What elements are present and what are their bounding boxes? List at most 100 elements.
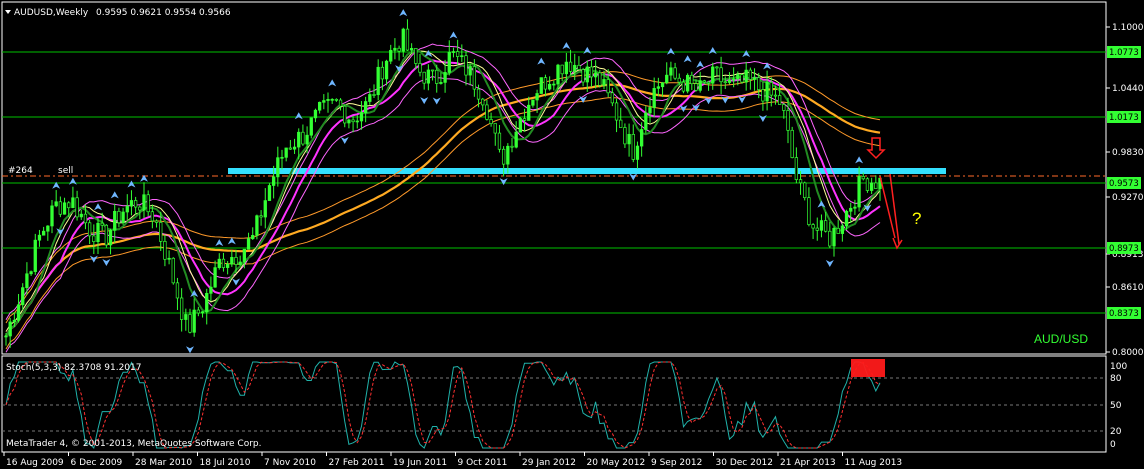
- candle-body: [464, 55, 468, 76]
- candle-body: [205, 292, 209, 313]
- candle-body: [598, 72, 602, 86]
- candle-body: [79, 213, 83, 218]
- candle-body: [154, 220, 159, 223]
- candle-body: [246, 238, 251, 250]
- candle-body: [443, 72, 447, 83]
- candle-body: [719, 67, 723, 83]
- candle-body: [539, 77, 543, 94]
- candle-body: [740, 74, 744, 83]
- candle-body: [748, 69, 753, 80]
- candle-body: [472, 66, 477, 90]
- time-axis[interactable]: 16 Aug 2009 6 Dec 2009 28 Mar 2010 18 Jul 2…: [3, 452, 902, 468]
- candle-body: [409, 48, 414, 51]
- candle-body: [184, 314, 188, 320]
- candle-body: [355, 120, 359, 123]
- time-tick-label: 9 Sep 2012: [651, 458, 702, 468]
- candle-body: [568, 61, 573, 72]
- time-tick-label: 6 Dec 2009: [71, 458, 123, 468]
- candle-body: [322, 100, 326, 103]
- time-tick-label: 30 Dec 2012: [716, 458, 774, 468]
- mt4-chart[interactable]: AUDUSD,Weekly 0.9595 0.9621 0.9554 0.956…: [0, 0, 1144, 469]
- price-tick-label: 1.0440: [1112, 84, 1144, 94]
- time-tick-label: 29 Jan 2012: [522, 458, 576, 468]
- time-tick-label: 28 Mar 2010: [135, 458, 192, 468]
- candle-body: [460, 55, 464, 58]
- candle-body: [292, 146, 297, 150]
- candle-body: [297, 131, 301, 148]
- time-tick-label: 16 Aug 2009: [6, 458, 64, 468]
- candle-body: [100, 222, 104, 226]
- candle-body: [313, 109, 318, 119]
- candle-body: [92, 235, 96, 243]
- candle-body: [481, 98, 485, 106]
- candle-body: [639, 129, 644, 147]
- candle-body: [593, 72, 598, 78]
- copyright-text: MetaTrader 4, © 2001-2013, MetaQuotes So…: [6, 439, 262, 449]
- candle-body: [326, 99, 330, 101]
- candle-body: [280, 156, 284, 159]
- question-mark: ?: [912, 209, 921, 228]
- candle-body: [251, 235, 255, 240]
- candle-body: [493, 123, 497, 134]
- candle-body: [175, 282, 180, 299]
- candle-body: [744, 69, 748, 83]
- candle-body: [811, 224, 815, 229]
- candle-body: [476, 88, 481, 100]
- candle-body: [230, 256, 234, 265]
- level-price-tag-label: 0.9573: [1109, 179, 1139, 189]
- candle-body: [547, 83, 552, 90]
- stoch-tick-label: 80: [1110, 374, 1122, 384]
- candle-body: [330, 98, 334, 101]
- stoch-tick-label: 50: [1110, 401, 1122, 411]
- candle-body: [104, 224, 109, 246]
- stochastic-axis: 100 80 50 20 0: [1110, 362, 1127, 450]
- candle-body: [401, 28, 405, 52]
- candle-body: [288, 147, 293, 150]
- candle-body: [334, 98, 339, 101]
- candle-body: [527, 104, 531, 121]
- candle-body: [777, 95, 782, 105]
- candle-body: [840, 225, 845, 234]
- candle-body: [271, 176, 276, 186]
- count-label: #264: [8, 166, 33, 176]
- candle-body: [836, 227, 840, 234]
- candle-body: [25, 273, 29, 289]
- candle-body: [426, 69, 431, 84]
- price-tick-label: 0.9270: [1112, 193, 1144, 203]
- candle-body: [380, 66, 385, 80]
- candle-body: [372, 94, 376, 96]
- level-price-tag-label: 0.8373: [1109, 309, 1139, 319]
- candle-body: [67, 202, 71, 209]
- candle-body: [196, 309, 201, 314]
- price-axis[interactable]: 1.10001.04400.98300.92700.89130.86100.80…: [1106, 23, 1144, 358]
- candle-body: [552, 83, 556, 86]
- candle-body: [589, 66, 594, 78]
- candle-body: [782, 104, 786, 111]
- candle-body: [113, 210, 117, 231]
- candle-body: [125, 205, 129, 213]
- candle-body: [731, 78, 736, 81]
- candle-body: [75, 197, 79, 218]
- candle-body: [263, 200, 267, 218]
- candle-body: [765, 82, 769, 102]
- candle-body: [192, 309, 196, 333]
- candle-body: [439, 82, 443, 84]
- candle-body: [702, 80, 707, 83]
- candle-body: [798, 179, 803, 184]
- candle-body: [727, 80, 732, 83]
- candle-body: [832, 227, 836, 247]
- candle-body: [418, 63, 422, 73]
- candle-body: [673, 67, 677, 79]
- candle-body: [142, 194, 146, 211]
- candle-body: [485, 104, 489, 120]
- candle-body: [623, 127, 627, 145]
- candle-body: [129, 200, 134, 207]
- candle-body: [501, 148, 506, 165]
- candle-body: [652, 88, 656, 108]
- candle-body: [179, 297, 184, 320]
- candle-body: [435, 69, 439, 84]
- candle-body: [422, 71, 426, 84]
- stochastic-label: Stoch(5,3,3) 82.3708 91.2017: [6, 363, 141, 373]
- time-tick-label: 27 Feb 2011: [329, 458, 385, 468]
- candle-body: [305, 134, 309, 145]
